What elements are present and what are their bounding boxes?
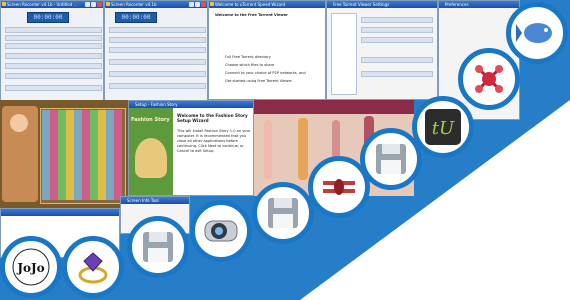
setup-splash-title: Fashion Story <box>131 117 170 123</box>
option-row[interactable] <box>109 47 206 53</box>
app-icon-gem-ring[interactable] <box>62 236 124 298</box>
setup-body: This will install Fashion Story 1.0 on y… <box>177 129 251 153</box>
settings-window-a: Free Torrent Viewer Settings <box>326 0 438 100</box>
option-row[interactable] <box>5 27 102 33</box>
app-icon-floppy-2[interactable] <box>252 182 314 244</box>
screen-recorder-window-a: Screen Recorder v4.1b - Untitled ... 00:… <box>0 0 104 103</box>
option-row[interactable] <box>109 27 206 33</box>
option-row[interactable] <box>5 85 102 91</box>
screen-recorder-window-b: Screen Recorder v4.1b 00:00:00 <box>104 0 208 103</box>
wizard-option-3: Connect to your choice of P2P networks, … <box>225 71 306 75</box>
settings-field[interactable] <box>361 17 433 23</box>
settings-field[interactable] <box>361 37 433 43</box>
app-icon-webcam[interactable] <box>190 200 252 262</box>
window-titlebar: Screen Recorder v4.1b - Untitled ... <box>1 1 103 8</box>
webcam-icon <box>204 220 238 242</box>
app-icon-fish[interactable] <box>506 2 568 64</box>
svg-text:JoJo: JoJo <box>16 261 44 275</box>
option-row[interactable] <box>109 83 206 89</box>
floppy-disk-icon <box>376 144 406 174</box>
wizard-option-2: Choose which files to share <box>225 63 275 67</box>
setup-splash-image: Fashion Story <box>129 108 173 195</box>
tu-logo-icon: tU <box>425 109 461 145</box>
window-titlebar <box>1 209 119 216</box>
match3-game-screenshot <box>0 100 128 208</box>
window-titlebar: Free Torrent Viewer Settings <box>327 1 437 8</box>
settings-list[interactable] <box>331 13 357 95</box>
settings-field[interactable] <box>361 27 433 33</box>
option-row[interactable] <box>5 43 102 49</box>
option-row[interactable] <box>5 53 102 59</box>
window-titlebar: Screen Recorder v4.1b <box>105 1 207 8</box>
biplane-icon <box>323 179 355 195</box>
floppy-disk-icon <box>143 232 173 262</box>
window-titlebar: Preferences <box>439 1 519 8</box>
window-titlebar: Welcome to uTorrent Speed Wizard <box>209 1 325 8</box>
option-row[interactable] <box>5 73 102 79</box>
settings-field[interactable] <box>361 71 433 77</box>
time-counter: 00:00:00 <box>115 12 157 23</box>
option-row[interactable] <box>5 63 102 69</box>
svg-text:tU: tU <box>432 118 455 139</box>
time-counter: 00:00:00 <box>27 12 69 23</box>
setup-heading: Welcome to the Fashion Story Setup Wizar… <box>177 113 248 123</box>
wizard-option-1: Full Free Torrent directory <box>225 55 271 59</box>
option-row[interactable] <box>109 59 206 65</box>
option-row[interactable] <box>109 71 206 77</box>
app-icon-molecule[interactable] <box>458 48 520 110</box>
fish-icon <box>516 23 552 43</box>
molecule-icon <box>475 65 503 93</box>
settings-field[interactable] <box>361 57 433 63</box>
app-icon-floppy-3[interactable] <box>360 128 422 190</box>
floppy-disk-icon <box>268 198 298 228</box>
fashion-setup-window: Setup - Fashion Story Fashion Story Welc… <box>128 100 254 196</box>
window-titlebar: Screen Info Tool <box>121 197 189 204</box>
option-row[interactable] <box>5 35 102 41</box>
jojo-logo-icon: JoJo <box>12 248 50 286</box>
torrent-wizard-window: Welcome to uTorrent Speed Wizard Welcome… <box>208 0 326 100</box>
app-icon-jojo[interactable]: JoJo <box>0 236 62 298</box>
app-icon-floppy-1[interactable] <box>127 216 189 278</box>
option-row[interactable] <box>109 37 206 43</box>
window-titlebar: Setup - Fashion Story <box>129 101 253 108</box>
app-icon-tu[interactable]: tU <box>412 96 474 158</box>
wizard-option-4: Get started using Free Torrent Viewer <box>225 79 293 83</box>
wizard-heading: Welcome to the Free Torrent Viewer <box>215 13 288 17</box>
gem-ring-icon <box>78 252 108 284</box>
